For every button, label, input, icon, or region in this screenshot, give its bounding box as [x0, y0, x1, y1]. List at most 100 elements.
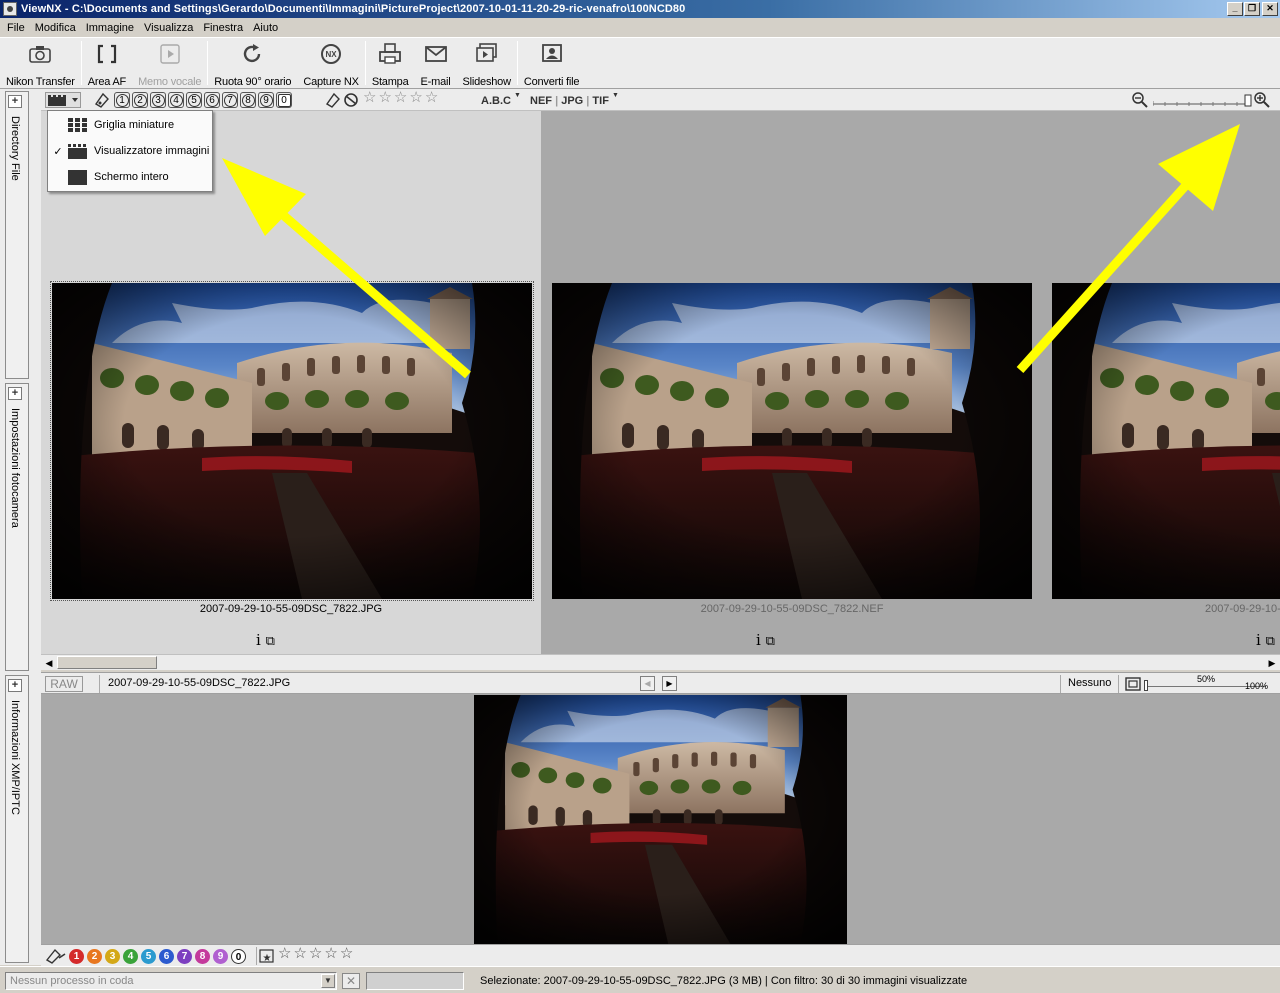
menu-item-grid[interactable]: Griglia miniature [48, 113, 212, 137]
label-filter-6[interactable]: 6 [204, 92, 220, 108]
email-button[interactable]: E-mail [415, 38, 457, 88]
zoom-out-icon[interactable] [1131, 91, 1149, 112]
thumbnail-image[interactable] [1052, 283, 1280, 599]
zoom-in-icon[interactable] [1253, 91, 1271, 112]
compare-icon[interactable]: ⧉ [1266, 634, 1275, 649]
memo-vocale-button[interactable]: Memo vocale [132, 38, 207, 88]
thumbnail-cell[interactable]: 2007-09-29-10-55-09DSC_7822.JPG i ⧉ [41, 111, 541, 656]
nikon-transfer-button[interactable]: Nikon Transfer [0, 38, 81, 88]
star-filter-3[interactable]: ☆ [394, 90, 407, 106]
info-icon[interactable]: i [256, 631, 261, 649]
view-mode-menu: Griglia miniature ✓ Visualizzatore immag… [47, 110, 213, 192]
label-filter-icon[interactable] [93, 92, 111, 111]
view-mode-dropdown[interactable] [45, 92, 81, 108]
thumbnail-cell[interactable]: 2007-09-29-10- i ⧉ [1042, 111, 1280, 656]
zoom-knob[interactable] [1144, 680, 1148, 691]
preview-image[interactable] [474, 695, 847, 944]
camera-settings-panel-tab[interactable]: + Impostazioni fotocamera [5, 383, 29, 671]
expand-icon[interactable]: + [8, 387, 22, 400]
rating-star-1[interactable]: ☆ [278, 946, 291, 962]
thumbnail-image[interactable] [552, 283, 1032, 599]
type-jpg[interactable]: JPG [561, 95, 583, 107]
fit-to-screen-icon[interactable] [1124, 676, 1142, 695]
thumbnail-image[interactable] [52, 283, 532, 599]
restore-button[interactable]: ❐ [1244, 2, 1260, 16]
label-filter-9[interactable]: 9 [258, 92, 274, 108]
scroll-thumb[interactable] [57, 656, 157, 669]
rating-star-5[interactable]: ☆ [340, 946, 353, 962]
menu-finestra[interactable]: Finestra [198, 22, 248, 34]
color-label-6[interactable]: 6 [159, 949, 174, 964]
menu-visualizza[interactable]: Visualizza [139, 22, 198, 34]
color-label-8[interactable]: 8 [195, 949, 210, 964]
sort-button[interactable]: A.B.C ▼ [481, 92, 521, 107]
type-nef[interactable]: NEF [530, 95, 552, 107]
star-filter-5[interactable]: ☆ [425, 90, 438, 106]
color-label-3[interactable]: 3 [105, 949, 120, 964]
menu-aiuto[interactable]: Aiuto [248, 22, 283, 34]
label-filter-2[interactable]: 2 [132, 92, 148, 108]
envelope-icon [423, 41, 449, 66]
directory-panel-tab[interactable]: + Directory File [5, 91, 29, 379]
label-filter-1[interactable]: 1 [114, 92, 130, 108]
minimize-button[interactable]: _ [1227, 2, 1243, 16]
rotate-button[interactable]: Ruota 90° orario [208, 38, 297, 88]
cancel-process-button[interactable]: ✕ [342, 973, 360, 989]
color-label-9[interactable]: 9 [213, 949, 228, 964]
nikon-transfer-label: Nikon Transfer [6, 76, 75, 88]
color-label-2[interactable]: 2 [87, 949, 102, 964]
label-filter-3[interactable]: 3 [150, 92, 166, 108]
type-tif[interactable]: TIF [592, 95, 609, 107]
label-filter-4[interactable]: 4 [168, 92, 184, 108]
color-label-4[interactable]: 4 [123, 949, 138, 964]
rating-star-3[interactable]: ☆ [309, 946, 322, 962]
compare-icon[interactable]: ⧉ [766, 634, 775, 649]
capture-nx-button[interactable]: NX Capture NX [297, 38, 364, 88]
menu-immagine[interactable]: Immagine [81, 22, 139, 34]
star-filter-4[interactable]: ☆ [409, 90, 422, 106]
label-filter-0[interactable]: 0 [276, 92, 292, 108]
next-image-button[interactable]: ▶ [662, 676, 677, 691]
slideshow-icon [474, 41, 500, 66]
print-button[interactable]: Stampa [366, 38, 415, 88]
label-filter-7[interactable]: 7 [222, 92, 238, 108]
area-af-button[interactable]: Area AF [82, 38, 132, 88]
thumbnail-scrollbar[interactable]: ◀ ▶ [41, 654, 1280, 670]
menu-item-fullscreen[interactable]: Schermo intero [48, 165, 212, 189]
chevron-down-icon[interactable]: ▼ [321, 974, 335, 988]
info-icon[interactable]: i [756, 631, 761, 649]
directory-panel-label: Directory File [9, 116, 21, 181]
xmp-iptc-panel-tab[interactable]: + Informazioni XMP/IPTC [5, 675, 29, 963]
color-label-7[interactable]: 7 [177, 949, 192, 964]
label-filter-5[interactable]: 5 [186, 92, 202, 108]
thumbnail-cell[interactable]: 2007-09-29-10-55-09DSC_7822.NEF i ⧉ [542, 111, 1042, 656]
rating-star-2[interactable]: ☆ [293, 946, 306, 962]
rating-tag-icon[interactable]: ★ [259, 948, 277, 967]
info-icon[interactable]: i [1256, 631, 1261, 649]
scroll-right-icon[interactable]: ▶ [1265, 656, 1279, 670]
label-filter-8[interactable]: 8 [240, 92, 256, 108]
convert-button[interactable]: Converti file [518, 38, 585, 88]
color-label-1[interactable]: 1 [69, 949, 84, 964]
menu-modifica[interactable]: Modifica [30, 22, 81, 34]
star-filter-2[interactable]: ☆ [378, 90, 391, 106]
process-queue-dropdown[interactable]: Nessun processo in coda ▼ [5, 972, 337, 990]
color-label-0[interactable]: 0 [231, 949, 246, 964]
menu-file[interactable]: File [2, 22, 30, 34]
expand-icon[interactable]: + [8, 95, 22, 108]
rating-filter-icon[interactable] [324, 92, 364, 111]
color-label-5[interactable]: 5 [141, 949, 156, 964]
menu-item-viewer[interactable]: ✓ Visualizzatore immagini [48, 139, 212, 163]
thumbnail-size-slider[interactable] [1152, 93, 1253, 107]
label-tag-icon[interactable] [45, 948, 67, 967]
print-label: Stampa [371, 76, 409, 88]
slideshow-button[interactable]: Slideshow [457, 38, 517, 88]
close-button[interactable]: ✕ [1262, 2, 1278, 16]
previous-image-button[interactable]: ◀ [640, 676, 655, 691]
scroll-left-icon[interactable]: ◀ [42, 656, 56, 670]
expand-icon[interactable]: + [8, 679, 22, 692]
star-filter-1[interactable]: ☆ [363, 90, 376, 106]
file-type-filter[interactable]: NEF | JPG | TIF ▼ [530, 92, 619, 107]
compare-icon[interactable]: ⧉ [266, 634, 275, 649]
rating-star-4[interactable]: ☆ [324, 946, 337, 962]
